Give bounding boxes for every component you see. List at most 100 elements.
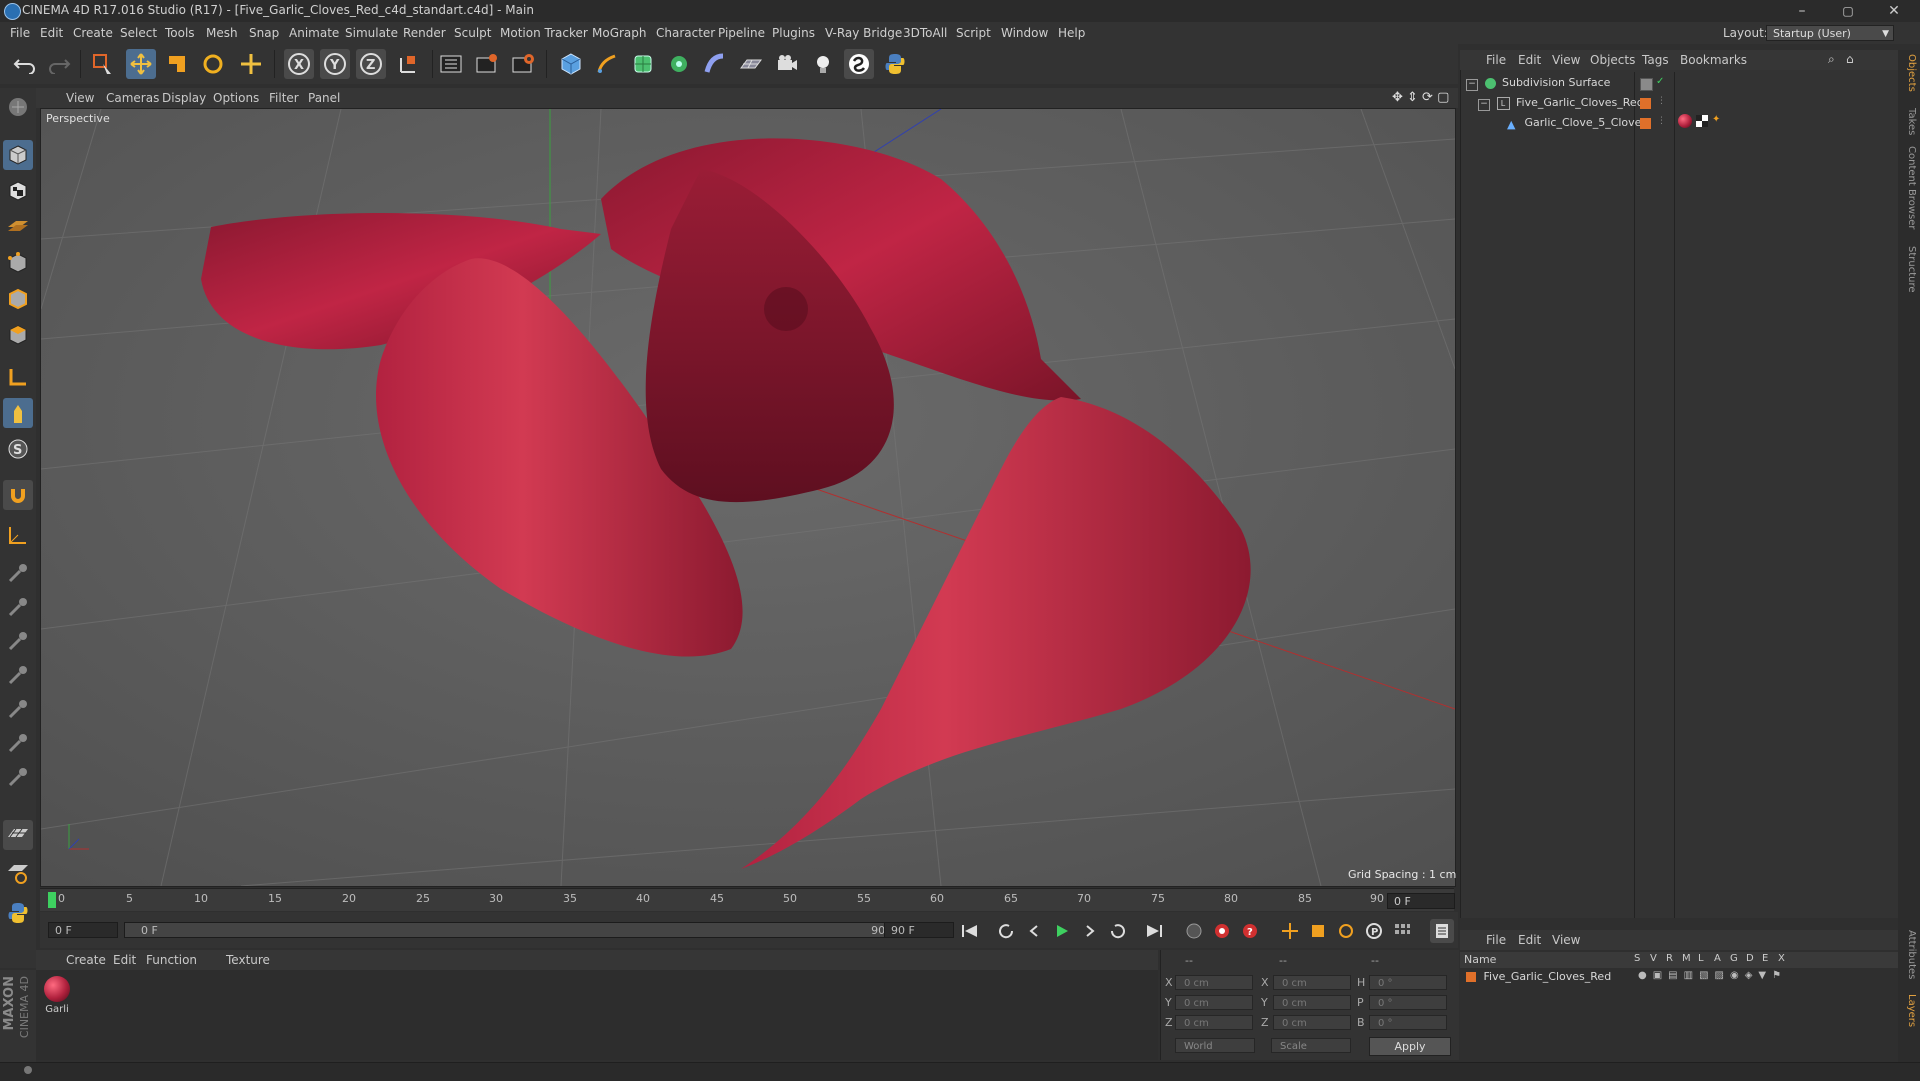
position-z-field[interactable]: 0 cm bbox=[1175, 1015, 1253, 1030]
live-select-icon[interactable] bbox=[88, 49, 118, 79]
position-x-field[interactable]: 0 cm bbox=[1175, 975, 1253, 990]
layers-menu-file[interactable]: File bbox=[1486, 933, 1506, 947]
menu-simulate[interactable]: Simulate bbox=[345, 26, 398, 40]
viewport-menu-display[interactable]: Display bbox=[162, 91, 206, 105]
menu-select[interactable]: Select bbox=[120, 26, 157, 40]
side-tab-takes[interactable]: Takes bbox=[1901, 108, 1917, 135]
camera-icon[interactable] bbox=[772, 49, 802, 79]
menu-help[interactable]: Help bbox=[1058, 26, 1085, 40]
next-frame-icon[interactable] bbox=[1078, 919, 1102, 943]
layer-color-swatch[interactable] bbox=[1640, 78, 1653, 91]
key-scale-icon[interactable] bbox=[1306, 919, 1330, 943]
key-rotation-icon[interactable] bbox=[1334, 919, 1358, 943]
next-key-icon[interactable] bbox=[1106, 919, 1130, 943]
tweak-mode-icon[interactable] bbox=[3, 398, 33, 428]
mograph-icon[interactable] bbox=[664, 49, 694, 79]
objects-menu-edit[interactable]: Edit bbox=[1518, 53, 1541, 67]
workplane-icon[interactable] bbox=[3, 210, 33, 240]
viewport-menu-options[interactable]: Options bbox=[213, 91, 259, 105]
objects-menu-view[interactable]: View bbox=[1552, 53, 1580, 67]
brush-tool-2-icon[interactable] bbox=[3, 592, 33, 622]
range-slider[interactable]: 0 F 90 F bbox=[124, 922, 916, 938]
search-icon[interactable]: ⌕ bbox=[1828, 52, 1835, 67]
objects-menu-bookmarks[interactable]: Bookmarks bbox=[1680, 53, 1747, 67]
close-button[interactable]: ✕ bbox=[1872, 0, 1916, 22]
coordinate-system-icon[interactable] bbox=[394, 49, 424, 79]
render-settings-icon[interactable] bbox=[508, 49, 538, 79]
brush-tool-3-icon[interactable] bbox=[3, 626, 33, 656]
menu-script[interactable]: Script bbox=[956, 26, 991, 40]
viewport-menu-panel[interactable]: Panel bbox=[308, 91, 340, 105]
objects-menu-file[interactable]: File bbox=[1486, 53, 1506, 67]
timeline-layout-icon[interactable] bbox=[1430, 919, 1454, 943]
layout-select[interactable]: Startup (User) ▼ bbox=[1766, 25, 1894, 41]
axis-mode-icon[interactable] bbox=[3, 362, 33, 392]
snap-icon[interactable]: S bbox=[3, 434, 33, 464]
menu-edit[interactable]: Edit bbox=[40, 26, 63, 40]
start-frame-field[interactable]: 0 F bbox=[48, 922, 118, 938]
menu-snap[interactable]: Snap bbox=[249, 26, 279, 40]
goto-end-icon[interactable] bbox=[1142, 919, 1166, 943]
material-menu-edit[interactable]: Edit bbox=[113, 953, 136, 967]
layers-menu-view[interactable]: View bbox=[1552, 933, 1580, 947]
layers-menu-edit[interactable]: Edit bbox=[1518, 933, 1541, 947]
rotate-icon[interactable] bbox=[198, 49, 228, 79]
prev-key-icon[interactable] bbox=[994, 919, 1018, 943]
material-menu-function[interactable]: Function bbox=[146, 953, 197, 967]
key-pla-icon[interactable] bbox=[1390, 919, 1414, 943]
grid-lock-icon[interactable] bbox=[3, 820, 33, 850]
world-dropdown[interactable]: World bbox=[1175, 1038, 1255, 1053]
rotation-b-field[interactable]: 0 ° bbox=[1369, 1015, 1447, 1030]
prev-frame-icon[interactable] bbox=[1022, 919, 1046, 943]
position-y-field[interactable]: 0 cm bbox=[1175, 995, 1253, 1010]
end-frame-field[interactable]: 90 F bbox=[884, 922, 954, 938]
material-item[interactable]: Garli bbox=[42, 974, 72, 1022]
python-icon[interactable] bbox=[880, 49, 910, 79]
material-menu-texture[interactable]: Texture bbox=[226, 953, 270, 967]
current-frame-field[interactable]: 0 F bbox=[1387, 893, 1455, 909]
play-icon[interactable] bbox=[1050, 919, 1074, 943]
move-icon[interactable] bbox=[126, 49, 156, 79]
texture-mode-icon[interactable] bbox=[3, 176, 33, 206]
scale-icon[interactable] bbox=[162, 49, 192, 79]
polygons-mode-icon[interactable] bbox=[3, 320, 33, 350]
visibility-dots-icon[interactable]: ⋮ bbox=[1657, 116, 1666, 126]
motion-record-icon[interactable] bbox=[1182, 919, 1206, 943]
goto-start-icon[interactable] bbox=[958, 919, 982, 943]
record-keys-icon[interactable] bbox=[1210, 919, 1234, 943]
timeline-ruler[interactable]: 0 5 10 15 20 25 30 35 40 45 50 55 60 65 … bbox=[40, 888, 1454, 911]
playhead-marker[interactable] bbox=[48, 892, 56, 908]
grid-rotate-icon[interactable] bbox=[3, 858, 33, 888]
edges-mode-icon[interactable] bbox=[3, 284, 33, 314]
objects-menu-tags[interactable]: Tags bbox=[1642, 53, 1669, 67]
python-script-icon[interactable] bbox=[3, 898, 33, 928]
redo-icon[interactable] bbox=[44, 49, 74, 79]
layer-color-swatch[interactable] bbox=[1466, 972, 1476, 982]
cube-icon[interactable] bbox=[556, 49, 586, 79]
menu-motion-tracker[interactable]: Motion Tracker bbox=[500, 26, 588, 40]
menu-mesh[interactable]: Mesh bbox=[206, 26, 238, 40]
side-tab-attributes[interactable]: Attributes bbox=[1901, 930, 1917, 979]
layer-color-swatch[interactable] bbox=[1640, 118, 1651, 129]
phong-tag-icon[interactable]: ✦ bbox=[1712, 114, 1720, 125]
floor-icon[interactable] bbox=[736, 49, 766, 79]
brush-tool-4-icon[interactable] bbox=[3, 660, 33, 690]
menu-create[interactable]: Create bbox=[73, 26, 113, 40]
menu-window[interactable]: Window bbox=[1001, 26, 1048, 40]
scale-dropdown[interactable]: Scale bbox=[1271, 1038, 1351, 1053]
size-z-field[interactable]: 0 cm bbox=[1273, 1015, 1351, 1030]
objects-menu-objects[interactable]: Objects bbox=[1590, 53, 1635, 67]
side-tab-objects[interactable]: Objects bbox=[1901, 54, 1917, 92]
side-tab-structure[interactable]: Structure bbox=[1901, 246, 1917, 293]
side-tab-content-browser[interactable]: Content Browser bbox=[1901, 146, 1917, 229]
viewport-menu-filter[interactable]: Filter bbox=[269, 91, 299, 105]
menu-tools[interactable]: Tools bbox=[165, 26, 195, 40]
size-x-field[interactable]: 0 cm bbox=[1273, 975, 1351, 990]
maximize-button[interactable]: ▢ bbox=[1826, 0, 1870, 22]
viewport-menu-cameras[interactable]: Cameras bbox=[106, 91, 159, 105]
autokey-icon[interactable]: ? bbox=[1238, 919, 1262, 943]
rotation-p-field[interactable]: 0 ° bbox=[1369, 995, 1447, 1010]
render-picture-viewer-icon[interactable] bbox=[472, 49, 502, 79]
transform-icon[interactable] bbox=[236, 49, 266, 79]
y-axis-icon[interactable]: Y bbox=[320, 49, 350, 79]
